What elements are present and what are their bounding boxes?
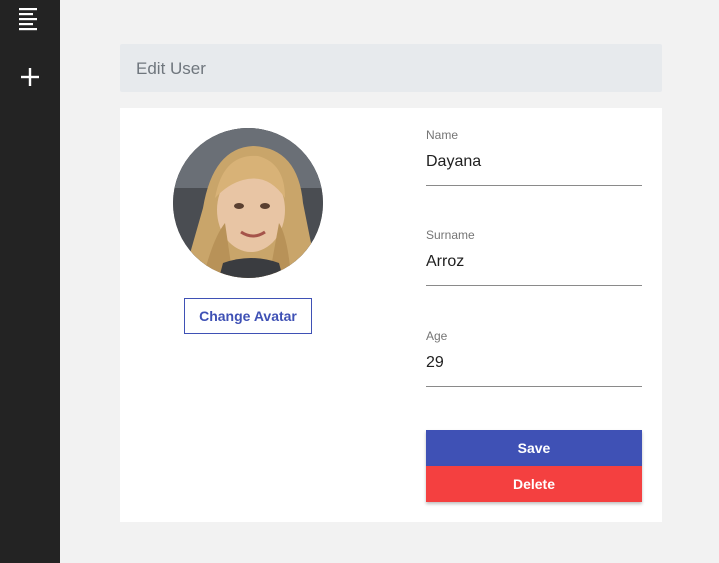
avatar [173, 128, 323, 278]
age-label: Age [426, 329, 448, 343]
name-input[interactable] [426, 150, 642, 174]
plus-icon [15, 62, 45, 92]
age-field: Age [426, 329, 642, 387]
surname-field: Surname [426, 228, 642, 286]
surname-input[interactable] [426, 250, 642, 274]
page-title: Edit User [136, 59, 206, 78]
change-avatar-button[interactable]: Change Avatar [184, 298, 312, 334]
add-button[interactable] [15, 62, 45, 92]
menu-icon [15, 4, 45, 34]
name-field: Name [426, 128, 642, 186]
name-label: Name [426, 128, 459, 142]
page-header: Edit User [120, 44, 662, 92]
user-card: Change Avatar Name Surname Age Save Dele… [120, 108, 662, 522]
sidebar [0, 0, 60, 563]
save-button[interactable]: Save [426, 430, 642, 466]
age-input[interactable] [426, 351, 642, 375]
delete-button[interactable]: Delete [426, 466, 642, 502]
menu-button[interactable] [15, 4, 45, 34]
surname-label: Surname [426, 228, 475, 242]
